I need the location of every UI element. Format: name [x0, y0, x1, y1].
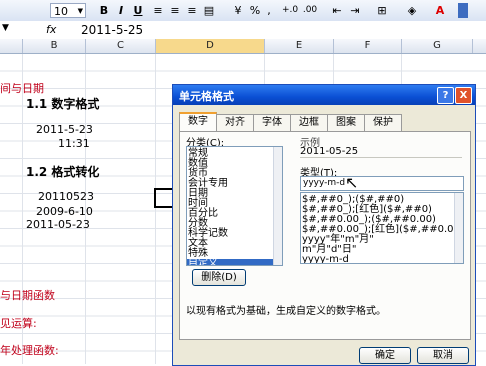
chevron-down-icon: ▼ [77, 7, 83, 15]
type-input-value: yyyy-m-d [303, 178, 346, 188]
dialog-titlebar[interactable]: 单元格格式 ? X [173, 85, 475, 105]
cell-b10[interactable]: 2009-6-10 [36, 205, 93, 218]
name-box-chevron-icon[interactable]: ▼ [2, 23, 9, 33]
increase-decimal-icon[interactable]: +.0 [282, 3, 298, 18]
formula-value[interactable]: 2011-5-25 [81, 23, 143, 37]
ok-button[interactable]: 确定 [359, 347, 411, 364]
cell-b5[interactable]: 11:31 [58, 137, 90, 150]
format-list[interactable]: $#,##0_);($#,##0) $#,##0_);[红色]($#,##0) $#… [300, 192, 464, 264]
category-scrollbar[interactable] [273, 147, 282, 265]
column-header[interactable]: B [23, 39, 86, 53]
close-button[interactable]: X [455, 87, 472, 104]
tab-protection[interactable]: 保护 [364, 114, 402, 131]
decrease-indent-icon[interactable]: ⇤ [330, 3, 344, 18]
decrease-decimal-icon[interactable]: .00 [302, 3, 318, 18]
delete-button[interactable]: 删除(D) [192, 269, 246, 286]
dialog-title: 单元格格式 [179, 90, 234, 103]
cell-a14[interactable]: 与日期函数 [0, 287, 55, 303]
tab-border[interactable]: 边框 [290, 114, 328, 131]
column-header[interactable]: D [156, 39, 265, 53]
cell-b4[interactable]: 2011-5-23 [36, 123, 93, 136]
italic-button[interactable]: I [114, 3, 128, 18]
format-item[interactable]: yyyy-m-d [301, 255, 463, 264]
underline-button[interactable]: U [131, 3, 145, 18]
grid-line [155, 54, 156, 364]
cancel-button[interactable]: 取消 [417, 347, 469, 364]
toolbar-options-icon[interactable] [458, 3, 468, 18]
column-header[interactable]: C [86, 39, 156, 53]
category-item[interactable]: 自定义 [187, 259, 282, 265]
align-left-icon[interactable]: ≡ [151, 3, 165, 18]
custom-format-description: 以现有格式为基础，生成自定义的数字格式。 [186, 306, 386, 317]
number-tab-panel: 分类(C): 常规 数值 货币 会计专用 日期 时间 百分比 分数 科学记数 文本 特殊 自定义 示例… [179, 131, 471, 340]
currency-icon[interactable]: ¥ [231, 3, 245, 18]
category-list[interactable]: 常规 数值 货币 会计专用 日期 时间 百分比 分数 科学记数 文本 特殊 自定义 [186, 146, 283, 266]
formatting-toolbar: 10 ▼ B I U ≡ ≡ ≡ ▤ ¥ % , +.0 .00 ⇤ ⇥ ⊞ ◈… [0, 0, 486, 22]
tab-alignment[interactable]: 对齐 [216, 114, 254, 131]
cell-b2[interactable]: 1.1 数字格式 [26, 95, 99, 112]
cell-a16[interactable]: 见运算: [0, 315, 37, 331]
type-input[interactable]: yyyy-m-d ↖ [300, 173, 464, 192]
font-size-value: 10 [54, 5, 68, 18]
merge-cells-icon[interactable]: ▤ [202, 3, 216, 18]
formula-bar: ▼ fx 2011-5-25 [0, 21, 486, 40]
fill-color-icon[interactable]: ◈ [405, 3, 419, 18]
increase-indent-icon[interactable]: ⇥ [348, 3, 362, 18]
format-cells-dialog: 单元格格式 ? X 数字 对齐 字体 边框 图案 保护 分类(C): 常规 数值货… [172, 84, 476, 366]
cell-b7[interactable]: 1.2 格式转化 [26, 163, 99, 180]
cell-b9[interactable]: 20110523 [38, 190, 94, 203]
align-right-icon[interactable]: ≡ [185, 3, 199, 18]
bold-button[interactable]: B [97, 3, 111, 18]
borders-icon[interactable]: ⊞ [375, 3, 389, 18]
column-header[interactable]: F [334, 39, 402, 53]
sample-divider [300, 157, 462, 158]
mouse-cursor-icon: ↖ [345, 173, 359, 192]
tab-number[interactable]: 数字 [179, 112, 217, 133]
font-color-button[interactable]: A [433, 3, 447, 18]
column-header[interactable]: G [402, 39, 473, 53]
font-size-select[interactable]: 10 ▼ [50, 3, 86, 18]
cell-a1[interactable]: 间与日期 [0, 80, 44, 96]
fx-label: fx [46, 23, 57, 36]
help-button[interactable]: ? [437, 87, 454, 104]
column-header[interactable]: E [265, 39, 334, 53]
column-headers: B C D E F G [0, 39, 486, 54]
percent-button[interactable]: % [249, 3, 261, 18]
comma-button[interactable]: , [264, 3, 274, 18]
cell-b11[interactable]: 2011-05-23 [26, 218, 90, 231]
tab-patterns[interactable]: 图案 [327, 114, 365, 131]
row-header-corner[interactable] [0, 39, 23, 53]
align-center-icon[interactable]: ≡ [168, 3, 182, 18]
cell-a18[interactable]: 年处理函数: [0, 342, 59, 358]
sample-value: 2011-05-25 [300, 146, 359, 157]
tab-font[interactable]: 字体 [253, 114, 291, 131]
format-list-scrollbar[interactable] [454, 193, 463, 263]
